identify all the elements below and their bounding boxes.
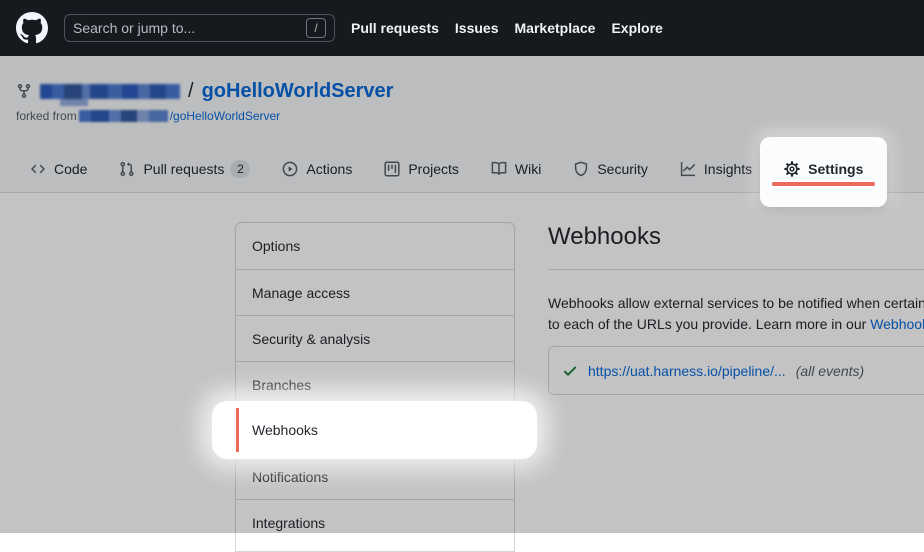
repo-forked-icon bbox=[16, 83, 32, 99]
redacted-upstream-owner-blur bbox=[79, 110, 168, 122]
tab-settings-label: Settings bbox=[808, 161, 863, 177]
tab-security[interactable]: Security bbox=[559, 146, 662, 192]
page-title: Webhooks bbox=[548, 222, 924, 252]
tab-wiki[interactable]: Wiki bbox=[477, 146, 555, 192]
project-icon bbox=[384, 161, 400, 177]
sidebar-item-notifications[interactable]: Notifications bbox=[236, 453, 514, 499]
slash-shortcut-badge: / bbox=[306, 18, 326, 38]
sidebar-item-webhooks-label: Webhooks bbox=[252, 422, 318, 438]
tab-projects[interactable]: Projects bbox=[370, 146, 473, 192]
header-nav: Pull requests Issues Marketplace Explore bbox=[351, 20, 663, 36]
github-logo-icon[interactable] bbox=[16, 12, 48, 44]
tab-code-label: Code bbox=[54, 161, 87, 177]
webhooks-guide-link[interactable]: Webhooks Guide bbox=[870, 316, 924, 332]
play-icon bbox=[282, 161, 298, 177]
redacted-owner-blur bbox=[40, 84, 180, 99]
sidebar-item-security-analysis[interactable]: Security & analysis bbox=[236, 315, 514, 361]
sidebar-item-integrations[interactable]: Integrations bbox=[236, 499, 514, 545]
app-header: / Pull requests Issues Marketplace Explo… bbox=[0, 0, 924, 56]
tab-insights-label: Insights bbox=[704, 161, 752, 177]
tab-settings[interactable]: Settings bbox=[770, 146, 877, 192]
tab-pull-requests[interactable]: Pull requests 2 bbox=[105, 146, 264, 192]
tab-wiki-label: Wiki bbox=[515, 161, 541, 177]
graph-icon bbox=[680, 161, 696, 177]
webhook-list-item: https://uat.harness.io/pipeline/... (all… bbox=[548, 346, 924, 395]
nav-issues[interactable]: Issues bbox=[455, 20, 499, 36]
repo-separator: / bbox=[188, 80, 194, 103]
title-divider bbox=[548, 269, 924, 270]
webhooks-description-line2: to each of the URLs you provide. Learn m… bbox=[548, 314, 924, 335]
tab-projects-label: Projects bbox=[408, 161, 459, 177]
forked-from: forked from /goHelloWorldServer bbox=[16, 108, 280, 123]
sidebar-item-webhooks[interactable]: Webhooks bbox=[236, 407, 514, 453]
webhook-url-link[interactable]: https://uat.harness.io/pipeline/... bbox=[588, 363, 786, 379]
search-input[interactable] bbox=[73, 20, 273, 36]
tab-actions[interactable]: Actions bbox=[268, 146, 366, 192]
book-icon bbox=[491, 161, 507, 177]
nav-marketplace[interactable]: Marketplace bbox=[515, 20, 596, 36]
repo-header: / goHelloWorldServer forked from /goHell… bbox=[0, 56, 924, 193]
tab-security-label: Security bbox=[597, 161, 648, 177]
nav-explore[interactable]: Explore bbox=[611, 20, 662, 36]
pull-requests-count-badge: 2 bbox=[230, 160, 250, 178]
forked-from-label: forked from bbox=[16, 109, 77, 123]
forked-from-repo-link[interactable]: /goHelloWorldServer bbox=[170, 109, 281, 123]
webhook-events-label: (all events) bbox=[796, 363, 864, 379]
repo-tab-bar: Code Pull requests 2 Actions Projects bbox=[16, 146, 877, 192]
description-line2-text: to each of the URLs you provide. Learn m… bbox=[548, 316, 870, 332]
repo-name-link[interactable]: goHelloWorldServer bbox=[202, 80, 394, 103]
sidebar-item-options[interactable]: Options bbox=[236, 223, 514, 269]
tab-code[interactable]: Code bbox=[16, 146, 101, 192]
sidebar-item-manage-access[interactable]: Manage access bbox=[236, 269, 514, 315]
settings-sidebar: Options Manage access Security & analysi… bbox=[235, 222, 515, 552]
tab-actions-label: Actions bbox=[306, 161, 352, 177]
git-pull-request-icon bbox=[119, 161, 135, 177]
webhooks-description-line1: Webhooks allow external services to be n… bbox=[548, 293, 924, 314]
search-box: / bbox=[64, 14, 335, 42]
tab-pull-requests-label: Pull requests bbox=[143, 161, 224, 177]
nav-pull-requests[interactable]: Pull requests bbox=[351, 20, 439, 36]
tab-insights[interactable]: Insights bbox=[666, 146, 766, 192]
code-icon bbox=[30, 161, 46, 177]
shield-icon bbox=[573, 161, 589, 177]
active-item-indicator bbox=[236, 408, 239, 452]
check-icon bbox=[562, 363, 578, 379]
repo-title: / goHelloWorldServer bbox=[16, 78, 393, 104]
webhooks-settings-panel: Webhooks Webhooks allow external service… bbox=[548, 222, 924, 395]
gear-icon bbox=[784, 161, 800, 177]
